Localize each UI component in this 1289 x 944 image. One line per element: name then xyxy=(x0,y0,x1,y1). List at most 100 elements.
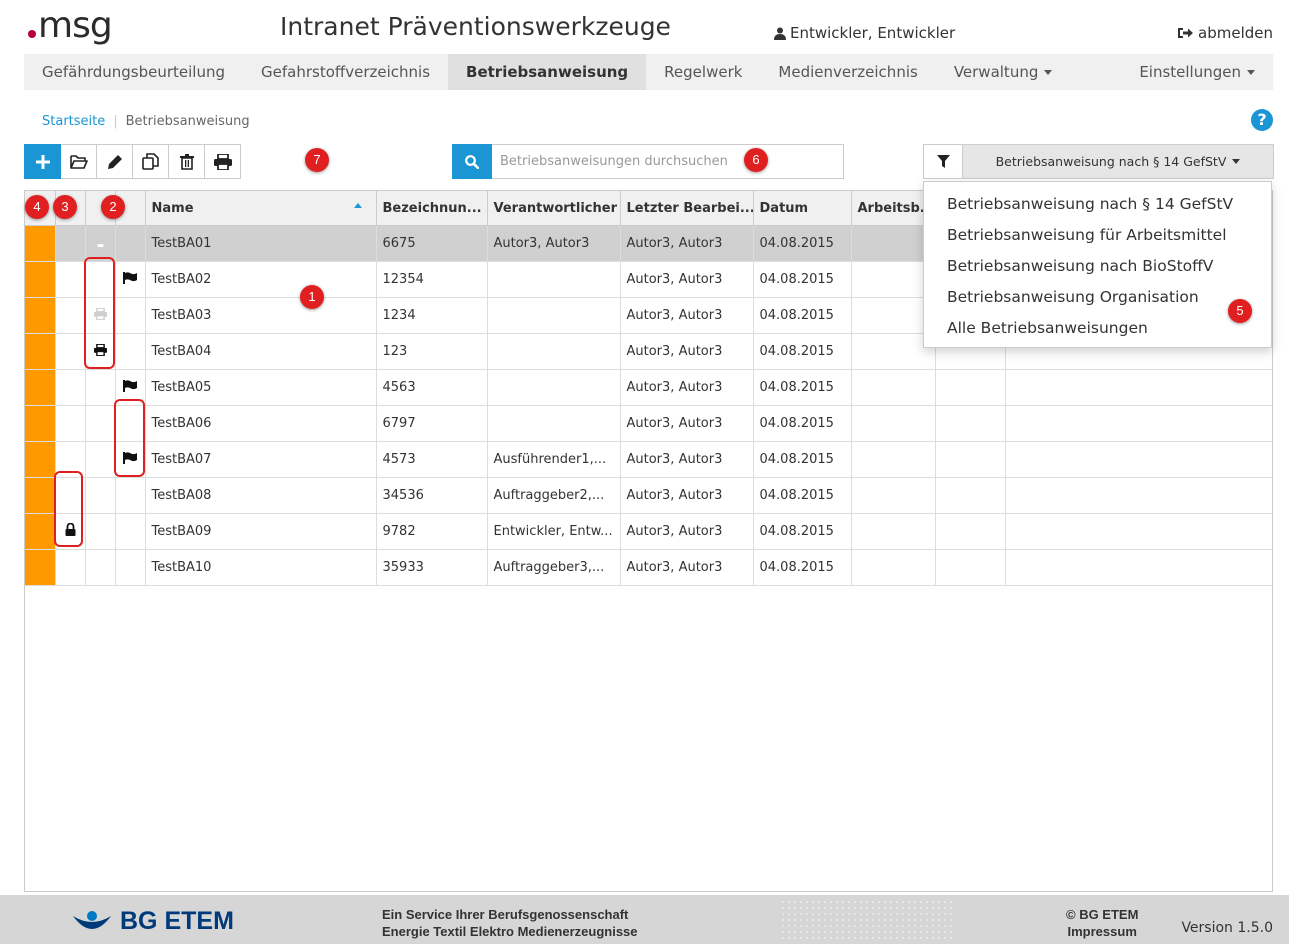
dropdown-option-alle[interactable]: Alle Betriebsanweisungen xyxy=(924,313,1271,344)
current-user[interactable]: Entwickler, Entwickler xyxy=(774,24,955,42)
logout-link[interactable]: abmelden xyxy=(1177,24,1273,42)
cell-datum: 04.08.2015 xyxy=(753,261,852,298)
print-cell xyxy=(85,513,116,550)
nav-verwaltung[interactable]: Verwaltung xyxy=(936,54,1071,90)
nav-regelwerk[interactable]: Regelwerk xyxy=(646,54,760,90)
table-row[interactable]: TestBA09 9782 Entwickler, Entw... Autor3, A… xyxy=(25,513,1272,550)
dropdown-option-arbeitsmittel[interactable]: Betriebsanweisung für Arbeitsmittel xyxy=(924,220,1271,251)
filter-button[interactable] xyxy=(923,144,963,179)
cell-bezeichnung: 12354 xyxy=(376,261,488,298)
cell-name: TestBA09 xyxy=(145,513,377,550)
breadcrumb: Startseite | Betriebsanweisung xyxy=(42,114,250,129)
cell-arbeitsbereich xyxy=(851,477,936,514)
edit-button[interactable] xyxy=(97,144,133,179)
print-button[interactable] xyxy=(205,144,241,179)
logout-label: abmelden xyxy=(1198,24,1273,42)
cell-bezeichnung: 123 xyxy=(376,333,488,370)
sort-asc-icon xyxy=(353,203,362,208)
annotation-badge-7: 7 xyxy=(305,148,329,172)
breadcrumb-current: Betriebsanweisung xyxy=(125,114,250,129)
cell-filler xyxy=(1005,405,1272,442)
footer-impressum-link[interactable]: Impressum xyxy=(1066,923,1138,940)
open-button[interactable] xyxy=(61,144,97,179)
cell-name: TestBA01 xyxy=(145,225,377,262)
bg-etem-mark-icon xyxy=(73,910,111,929)
annotation-badge-3: 3 xyxy=(53,195,77,219)
flag-cell xyxy=(115,225,146,262)
print-cell xyxy=(85,477,116,514)
add-button[interactable] xyxy=(24,144,61,179)
cell-extra xyxy=(935,441,1006,478)
cell-bezeichnung: 34536 xyxy=(376,477,488,514)
col-datum[interactable]: Datum xyxy=(753,191,852,226)
dropdown-option-biostoffv[interactable]: Betriebsanweisung nach BioStoffV xyxy=(924,251,1271,282)
app-title: Intranet Präventionswerkzeuge xyxy=(280,12,671,41)
dropdown-option-organisation[interactable]: Betriebsanweisung Organisation xyxy=(924,282,1271,313)
copy-button[interactable] xyxy=(133,144,169,179)
caret-down-icon xyxy=(1044,69,1053,75)
filter-select[interactable]: Betriebsanweisung nach § 14 GefStV xyxy=(963,144,1274,179)
search-icon xyxy=(465,154,479,169)
col-name[interactable]: Name xyxy=(145,191,377,226)
cell-extra xyxy=(935,369,1006,406)
status-indicator xyxy=(25,225,56,262)
footer-service-line1: Ein Service Ihrer Berufsgenossenschaft xyxy=(382,907,629,922)
table-row[interactable]: TestBA06 6797 Autor3, Autor3 04.08.2015 xyxy=(25,405,1272,442)
annotation-box-flag xyxy=(114,399,145,477)
nav-einstellungen[interactable]: Einstellungen xyxy=(1121,54,1273,90)
status-indicator xyxy=(25,405,56,442)
col-bezeichnung[interactable]: Bezeichnun... xyxy=(376,191,488,226)
annotation-badge-6: 6 xyxy=(744,148,768,172)
table-row[interactable]: TestBA10 35933 Auftraggeber3,... Autor3, Au… xyxy=(25,549,1272,586)
cell-bezeichnung: 4573 xyxy=(376,441,488,478)
cell-letzter-bearbeiter: Autor3, Autor3 xyxy=(620,549,754,586)
annotation-box-print xyxy=(84,257,115,369)
status-indicator xyxy=(25,369,56,406)
col-verantwortlicher[interactable]: Verantwortlicher xyxy=(487,191,621,226)
nav-einstellungen-label: Einstellungen xyxy=(1139,63,1241,81)
flag-cell xyxy=(115,477,146,514)
status-indicator xyxy=(25,333,56,370)
search-bar xyxy=(452,144,844,179)
dropdown-option-gefstv[interactable]: Betriebsanweisung nach § 14 GefStV xyxy=(924,189,1271,220)
search-input[interactable] xyxy=(492,144,844,179)
cell-name: TestBA05 xyxy=(145,369,377,406)
cell-arbeitsbereich xyxy=(851,513,936,550)
cell-verantwortlicher: Ausführender1,... xyxy=(487,441,621,478)
lock-cell xyxy=(55,297,86,334)
nav-betriebsanweisung[interactable]: Betriebsanweisung xyxy=(448,54,647,90)
cell-filler xyxy=(1005,549,1272,586)
flag-cell xyxy=(115,297,146,334)
breadcrumb-home[interactable]: Startseite xyxy=(42,114,105,129)
table-row[interactable]: TestBA05 4563 Autor3, Autor3 04.08.2015 xyxy=(25,369,1272,406)
nav-gefahrstoffverzeichnis[interactable]: Gefahrstoffverzeichnis xyxy=(243,54,448,90)
print-cell xyxy=(85,369,116,406)
filter-dropdown-menu: Betriebsanweisung nach § 14 GefStV Betri… xyxy=(923,181,1272,348)
cell-letzter-bearbeiter: Autor3, Autor3 xyxy=(620,441,754,478)
col-letzter-bearbeiter[interactable]: Letzter Bearbei... xyxy=(620,191,754,226)
cell-bezeichnung: 35933 xyxy=(376,549,488,586)
help-icon[interactable]: ? xyxy=(1251,109,1273,131)
cell-verantwortlicher: Auftraggeber2,... xyxy=(487,477,621,514)
cell-name: TestBA04 xyxy=(145,333,377,370)
table-row[interactable]: TestBA08 34536 Auftraggeber2,... Autor3, Au… xyxy=(25,477,1272,514)
annotation-badge-5: 5 xyxy=(1228,299,1252,323)
footer-copyright: © BG ETEM Impressum xyxy=(1066,906,1138,940)
search-button[interactable] xyxy=(452,144,492,179)
cell-name: TestBA10 xyxy=(145,549,377,586)
cell-arbeitsbereich xyxy=(851,549,936,586)
nav-gefaehrdungsbeurteilung[interactable]: Gefährdungsbeurteilung xyxy=(24,54,243,90)
cell-extra xyxy=(935,513,1006,550)
sign-out-icon xyxy=(1178,28,1194,38)
cell-arbeitsbereich xyxy=(851,369,936,406)
cell-datum: 04.08.2015 xyxy=(753,513,852,550)
cell-extra xyxy=(935,549,1006,586)
caret-down-icon xyxy=(1247,69,1255,75)
cell-datum: 04.08.2015 xyxy=(753,333,852,370)
cell-letzter-bearbeiter: Autor3, Autor3 xyxy=(620,333,754,370)
cell-filler xyxy=(1005,477,1272,514)
lock-cell xyxy=(55,369,86,406)
delete-button[interactable] xyxy=(169,144,205,179)
nav-medienverzeichnis[interactable]: Medienverzeichnis xyxy=(760,54,935,90)
table-row[interactable]: TestBA07 4573 Ausführender1,... Autor3, Aut… xyxy=(25,441,1272,478)
